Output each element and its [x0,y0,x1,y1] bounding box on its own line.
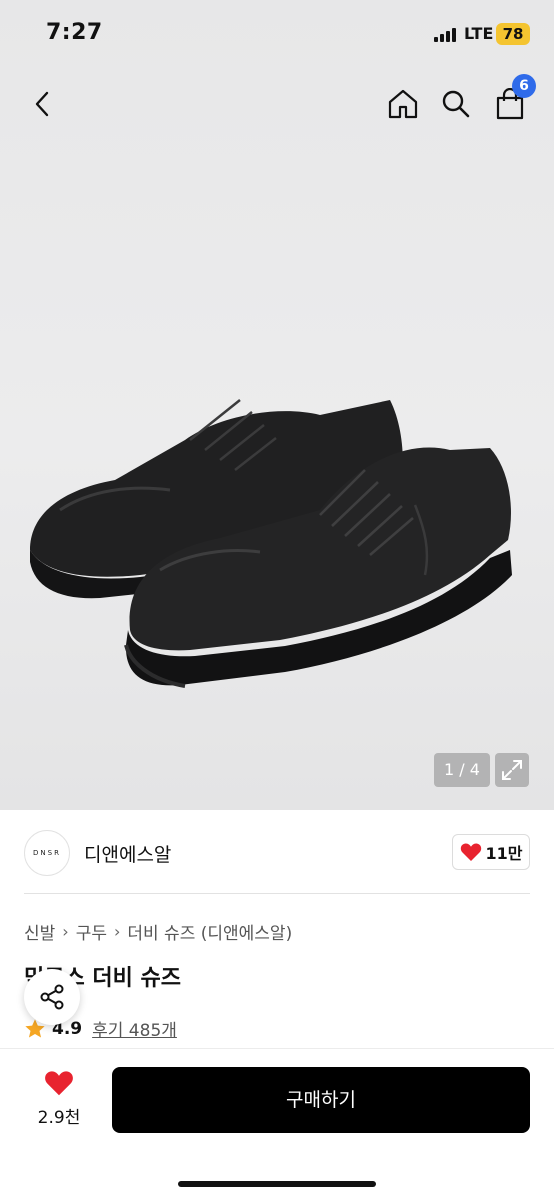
home-button[interactable] [383,84,423,124]
signal-icon [434,28,456,42]
expand-icon [502,760,522,780]
chevron-left-icon [35,91,49,117]
home-icon [388,89,418,119]
buy-button[interactable]: 구매하기 [112,1067,530,1133]
status-bar: 7:27 LTE 78 [0,0,554,66]
product-image[interactable] [20,300,540,700]
heart-icon [45,1071,73,1096]
expand-image-button[interactable] [495,753,529,787]
brand-logo[interactable]: DNSR [24,830,70,876]
search-icon [442,90,470,118]
divider [24,893,530,894]
share-button[interactable] [24,969,80,1025]
status-time: 7:27 [46,20,103,45]
brand-like-count: 11만 [485,844,523,863]
image-counter: 1 / 4 [434,753,490,787]
brand-like-button[interactable]: 11만 [452,834,530,870]
battery-indicator: 78 [496,23,530,45]
cart-button[interactable]: 6 [490,74,536,124]
bottom-action-bar: 2.9천 구매하기 [0,1048,554,1200]
breadcrumb-item[interactable]: 신발 [24,919,55,944]
share-icon [40,984,64,1010]
brand-name[interactable]: 디앤에스알 [84,840,171,867]
chevron-right-icon: › [113,922,121,941]
network-label: LTE [464,24,494,43]
back-button[interactable] [22,84,62,124]
wishlist-count: 2.9천 [37,1108,81,1128]
wishlist-button[interactable]: 2.9천 [28,1069,90,1139]
top-nav: 6 [0,74,554,132]
heart-icon [460,843,481,861]
breadcrumb: 신발 › 구두 › 더비 슈즈 (디앤에스알) [24,919,292,944]
brand-row[interactable]: DNSR 디앤에스알 11만 [0,810,554,894]
reviews-link[interactable]: 후기 485개 [92,1016,177,1041]
search-button[interactable] [436,84,476,124]
cart-badge: 6 [512,74,536,98]
breadcrumb-item[interactable]: 구두 [76,919,107,944]
home-indicator [178,1181,376,1187]
chevron-right-icon: › [62,922,69,941]
breadcrumb-item[interactable]: 더비 슈즈 (디앤에스알) [127,919,292,944]
